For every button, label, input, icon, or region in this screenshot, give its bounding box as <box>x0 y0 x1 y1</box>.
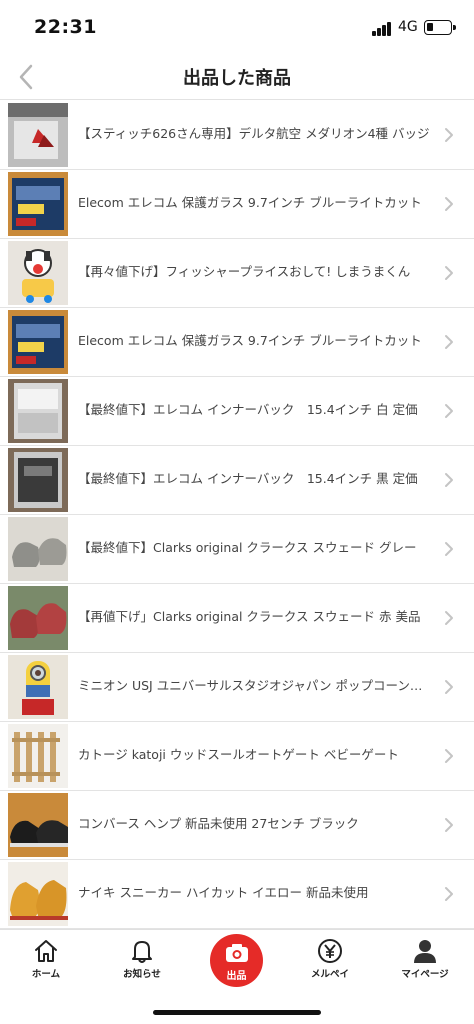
item-title: 【スティッチ626さん専用】デルタ航空 メダリオン4種 バッジ <box>78 126 430 141</box>
item-title: カトージ katoji ウッドスールオートゲート ベビーゲート <box>78 747 399 762</box>
battery-icon <box>424 20 456 35</box>
list-item[interactable]: 【最終値下】エレコム インナーバック 15.4インチ 黒 定価 <box>0 446 474 515</box>
navigation-bar: 出品した商品 <box>0 54 474 100</box>
item-thumbnail <box>8 862 68 926</box>
item-title: Elecom エレコム 保護ガラス 9.7インチ ブルーライトカット <box>78 333 422 348</box>
item-thumbnail <box>8 724 68 788</box>
tab-home[interactable]: ホーム <box>6 938 86 988</box>
yen-icon <box>318 939 342 963</box>
chevron-right-icon <box>445 680 453 694</box>
item-title: コンバース ヘンプ 新品未使用 27センチ ブラック <box>78 816 359 831</box>
item-title: ナイキ スニーカー ハイカット イエロー 新品未使用 <box>78 885 369 900</box>
item-thumbnail <box>8 793 68 857</box>
chevron-right-icon <box>445 611 453 625</box>
sell-button-label: 出品 <box>226 971 247 982</box>
list-item[interactable]: 【再々値下げ】フィッシャープライスおして! しまうまくん <box>0 239 474 308</box>
list-item[interactable]: 【再値下げ」Clarks original クラークス スウェード 赤 美品 <box>0 584 474 653</box>
tab-merpay-label: メルペイ <box>310 969 349 980</box>
page-title: 出品した商品 <box>183 68 291 89</box>
chevron-right-icon <box>445 473 453 487</box>
list-item[interactable]: 【最終値下】Clarks original クラークス スウェード グレー <box>0 515 474 584</box>
chevron-right-icon <box>445 404 453 418</box>
tab-notifications[interactable]: お知らせ <box>102 938 182 988</box>
list-item[interactable]: Elecom エレコム 保護ガラス 9.7インチ ブルーライトカット <box>0 308 474 377</box>
list-item[interactable]: カトージ katoji ウッドスールオートゲート ベビーゲート <box>0 722 474 791</box>
item-title: 【最終値下】エレコム インナーバック 15.4インチ 黒 定価 <box>78 471 418 486</box>
chevron-right-icon <box>445 818 453 832</box>
listed-items-list[interactable]: 【スティッチ626さん専用】デルタ航空 メダリオン4種 バッジ Elecom エ… <box>0 101 474 929</box>
chevron-right-icon <box>445 887 453 901</box>
list-item[interactable]: ナイキ スニーカー ハイカット イエロー 新品未使用 <box>0 860 474 929</box>
item-thumbnail <box>8 310 68 374</box>
chevron-right-icon <box>445 197 453 211</box>
list-item[interactable]: Elecom エレコム 保護ガラス 9.7インチ ブルーライトカット <box>0 170 474 239</box>
home-icon <box>35 940 57 962</box>
item-title: Elecom エレコム 保護ガラス 9.7インチ ブルーライトカット <box>78 195 422 210</box>
network-type: 4G <box>398 19 418 35</box>
cellular-signal-icon <box>372 22 394 36</box>
list-item[interactable]: 【最終値下】エレコム インナーバック 15.4インチ 白 定価 <box>0 377 474 446</box>
bell-icon <box>132 941 152 963</box>
chevron-right-icon <box>445 749 453 763</box>
item-thumbnail <box>8 655 68 719</box>
item-title: 【最終値下】Clarks original クラークス スウェード グレー <box>78 540 417 555</box>
tab-notifications-label: お知らせ <box>123 969 161 980</box>
item-thumbnail <box>8 448 68 512</box>
item-thumbnail <box>8 586 68 650</box>
list-item[interactable]: 【スティッチ626さん専用】デルタ航空 メダリオン4種 バッジ <box>0 101 474 170</box>
item-thumbnail <box>8 103 68 167</box>
item-title: 【再々値下げ】フィッシャープライスおして! しまうまくん <box>78 264 411 279</box>
status-bar: 22:31 4G <box>0 0 474 54</box>
person-icon <box>414 940 436 963</box>
tab-mypage-label: マイページ <box>401 969 449 980</box>
item-thumbnail <box>8 517 68 581</box>
chevron-right-icon <box>445 335 453 349</box>
tab-home-label: ホーム <box>31 969 61 980</box>
item-title: 【再値下げ」Clarks original クラークス スウェード 赤 美品 <box>78 609 421 624</box>
home-indicator <box>153 1010 321 1015</box>
bottom-tab-bar: ホーム お知らせ 出品 メルペイ マイページ <box>0 929 474 1024</box>
item-thumbnail <box>8 172 68 236</box>
sell-button[interactable]: 出品 <box>210 934 263 987</box>
item-thumbnail <box>8 379 68 443</box>
camera-icon <box>226 944 248 962</box>
item-title: ミニオン USJ ユニバーサルスタジオジャパン ポップコーンバケツ <box>78 678 432 693</box>
chevron-right-icon <box>445 128 453 142</box>
status-time: 22:31 <box>34 16 97 38</box>
list-item[interactable]: コンバース ヘンプ 新品未使用 27センチ ブラック <box>0 791 474 860</box>
chevron-right-icon <box>445 542 453 556</box>
item-title: 【最終値下】エレコム インナーバック 15.4インチ 白 定価 <box>78 402 418 417</box>
item-thumbnail <box>8 241 68 305</box>
tab-mypage[interactable]: マイページ <box>385 938 465 988</box>
chevron-right-icon <box>445 266 453 280</box>
tab-merpay[interactable]: メルペイ <box>290 938 370 988</box>
list-item[interactable]: ミニオン USJ ユニバーサルスタジオジャパン ポップコーンバケツ <box>0 653 474 722</box>
